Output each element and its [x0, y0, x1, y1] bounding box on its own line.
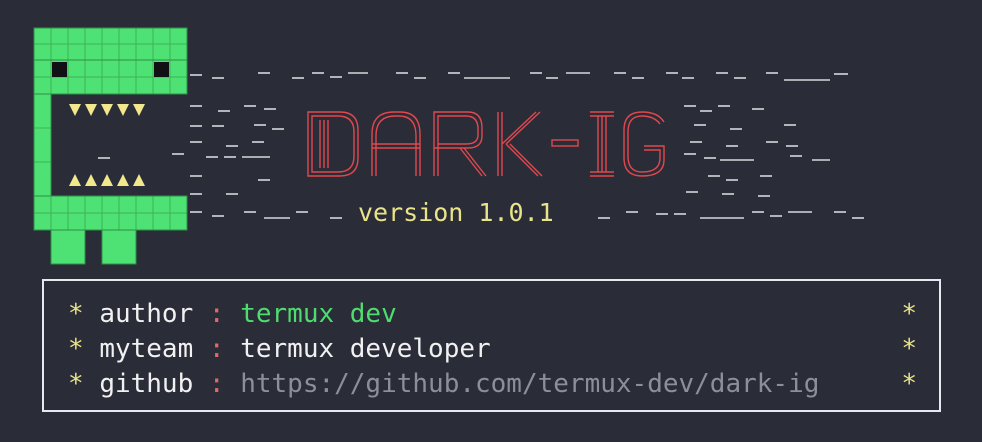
- bullet-star: *: [68, 299, 100, 329]
- dark-ig-logo: [307, 111, 665, 177]
- separator-colon: :: [208, 369, 241, 399]
- mascot-lower-teeth: [69, 174, 145, 186]
- bullet-star: *: [68, 369, 100, 399]
- github-link[interactable]: https://github.com/termux-dev/dark-ig: [240, 369, 819, 399]
- bullet-star: *: [68, 334, 100, 364]
- mascot-upper-teeth: [69, 104, 145, 116]
- github-label: github: [99, 369, 209, 399]
- author-label: author: [99, 299, 209, 329]
- github-row: * github : https://github.com/termux-dev…: [68, 367, 917, 401]
- end-star: *: [901, 369, 917, 399]
- end-star: *: [901, 299, 917, 329]
- info-box: * author : termux dev * * myteam : termu…: [42, 279, 941, 412]
- mascot-left-eye: [52, 62, 67, 77]
- myteam-row: * myteam : termux developer *: [68, 332, 917, 366]
- mascot-logo: [33, 27, 188, 265]
- separator-colon: :: [208, 334, 241, 364]
- author-value: termux dev: [240, 299, 397, 329]
- myteam-label: myteam: [99, 334, 209, 364]
- mascot-right-eye: [154, 62, 169, 77]
- separator-colon: :: [208, 299, 241, 329]
- author-row: * author : termux dev *: [68, 297, 917, 331]
- version-label: version 1.0.1: [358, 198, 554, 227]
- myteam-value: termux developer: [240, 334, 491, 364]
- end-star: *: [901, 334, 917, 364]
